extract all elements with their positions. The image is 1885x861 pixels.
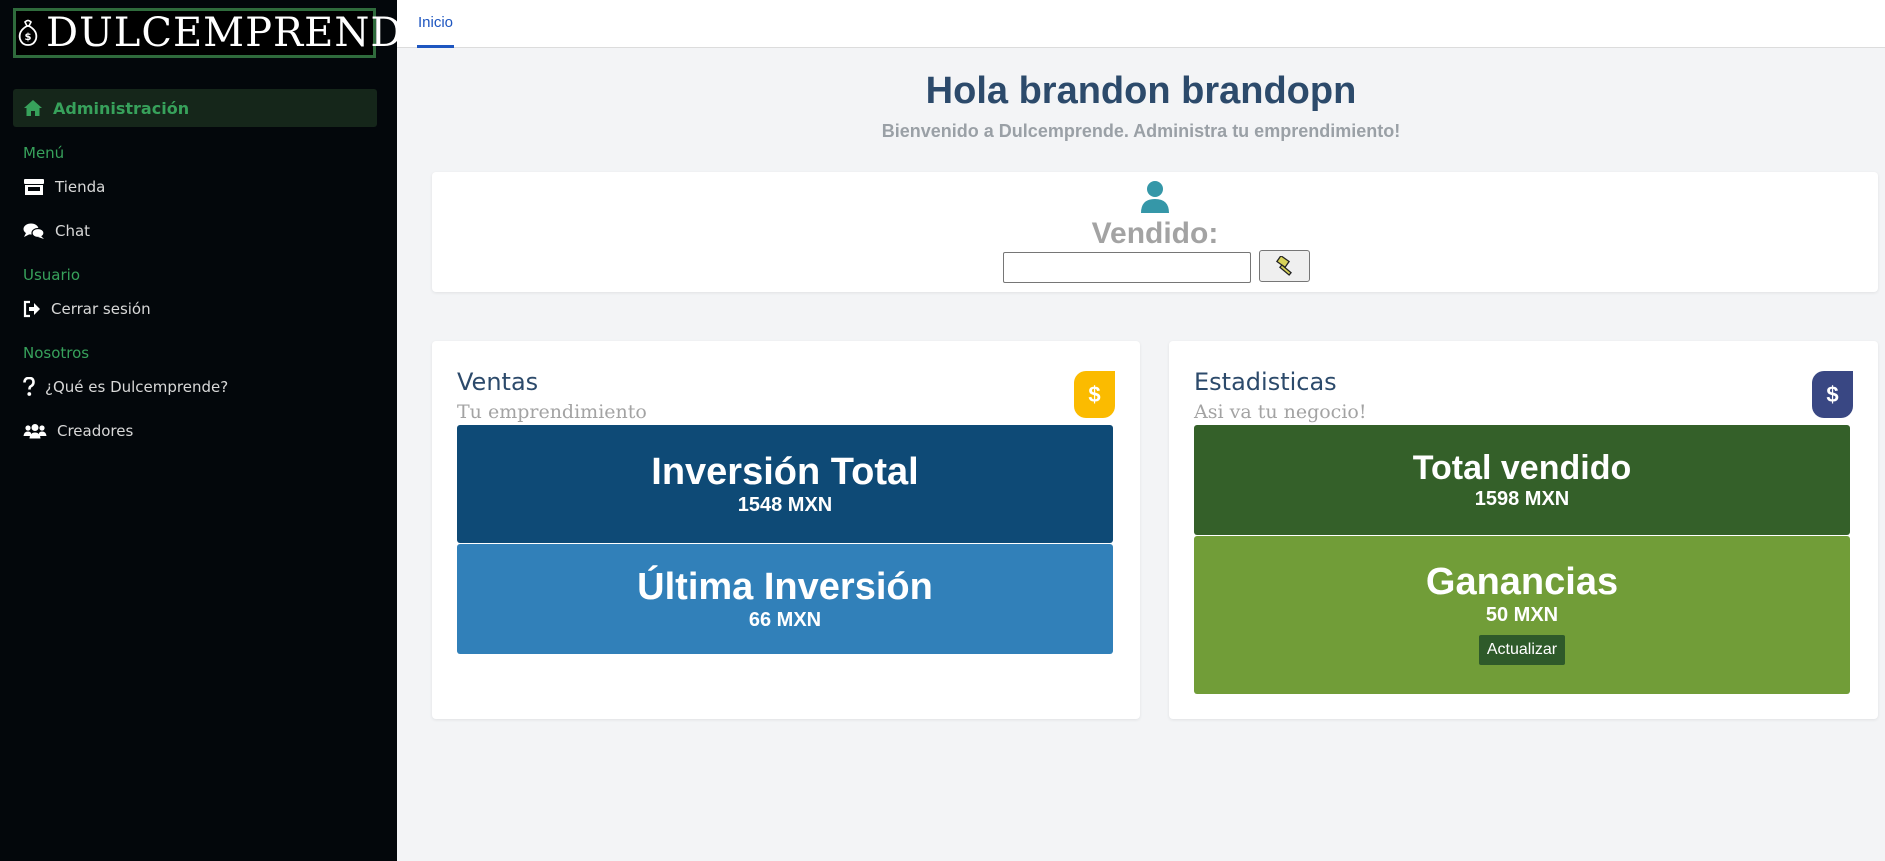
money-bag-icon: $ (16, 11, 40, 55)
sidebar: $ DULCEMPRENDE Administración Menú Tiend… (0, 0, 433, 861)
tab-inicio[interactable]: Inicio (417, 0, 455, 48)
dollar-badge-icon: $ (1812, 371, 1853, 418)
page-subtitle: Bienvenido a Dulcemprende. Administra tu… (881, 121, 1401, 141)
question-icon (23, 377, 35, 397)
inversion-total-value: 1548 MXN (737, 494, 833, 516)
estadisticas-panel: Estadisticas Asi va tu negocio! $ Total … (1169, 341, 1878, 719)
sidebar-item-label: Creadores (57, 422, 134, 440)
vendido-submit-button[interactable] (1259, 250, 1310, 282)
sidebar-item-que-es[interactable]: ¿Qué es Dulcemprende? (23, 375, 228, 399)
inversion-total-block: Inversión Total 1548 MXN (457, 425, 1113, 543)
hammer-icon (1274, 256, 1296, 276)
ganancias-block: Ganancias 50 MXN Actualizar (1194, 536, 1850, 694)
dollar-sign: $ (1088, 381, 1101, 407)
actualizar-button[interactable]: Actualizar (1478, 635, 1566, 665)
svg-text:$: $ (25, 32, 32, 43)
logo-text: DULCEMPRENDE (46, 10, 434, 56)
sign-out-icon (23, 300, 41, 318)
inversion-total-label: Inversión Total (651, 451, 919, 493)
sidebar-heading-usuario: Usuario (23, 266, 81, 284)
sidebar-item-label: Administración (53, 98, 190, 118)
sidebar-heading-menu: Menú (23, 144, 65, 162)
sidebar-item-label: Chat (55, 222, 91, 240)
sidebar-item-label: Tienda (55, 178, 106, 196)
chat-icon (23, 222, 45, 240)
sidebar-item-chat[interactable]: Chat (23, 219, 90, 243)
ganancias-label: Ganancias (1425, 561, 1619, 603)
sidebar-item-cerrar-sesion[interactable]: Cerrar sesión (23, 297, 151, 321)
estadisticas-title: Estadisticas (1194, 368, 1337, 396)
vendido-card: Vendido: (432, 172, 1878, 292)
dollar-sign: $ (1826, 381, 1839, 407)
page-title: Hola brandon brandopn (925, 70, 1357, 112)
total-vendido-block: Total vendido 1598 MXN (1194, 425, 1850, 535)
total-vendido-label: Total vendido (1412, 449, 1632, 487)
estadisticas-subtitle: Asi va tu negocio! (1194, 401, 1367, 423)
ultima-inversion-block: Última Inversión 66 MXN (457, 544, 1113, 654)
app-logo[interactable]: $ DULCEMPRENDE (13, 8, 433, 58)
tab-bar: Inicio (397, 0, 1885, 48)
home-icon (23, 99, 43, 117)
sidebar-item-administracion[interactable]: Administración (13, 89, 377, 127)
users-icon (23, 423, 47, 439)
ultima-inversion-label: Última Inversión (637, 566, 933, 608)
ultima-inversion-value: 66 MXN (748, 609, 822, 631)
dollar-badge-icon: $ (1074, 371, 1115, 418)
ventas-subtitle: Tu emprendimiento (457, 401, 647, 423)
sidebar-item-tienda[interactable]: Tienda (23, 175, 105, 199)
user-icon (1140, 180, 1170, 219)
sidebar-item-creadores[interactable]: Creadores (23, 419, 133, 443)
sidebar-heading-nosotros: Nosotros (23, 344, 90, 362)
sidebar-item-label: Cerrar sesión (51, 300, 151, 318)
store-icon (23, 178, 45, 196)
ventas-title: Ventas (457, 368, 539, 396)
vendido-label: Vendido: (1091, 217, 1219, 250)
vendido-input[interactable] (1003, 252, 1251, 283)
ganancias-value: 50 MXN (1485, 604, 1559, 626)
total-vendido-value: 1598 MXN (1474, 488, 1570, 510)
sidebar-item-label: ¿Qué es Dulcemprende? (45, 378, 229, 396)
ventas-panel: Ventas Tu emprendimiento $ Inversión Tot… (432, 341, 1140, 719)
